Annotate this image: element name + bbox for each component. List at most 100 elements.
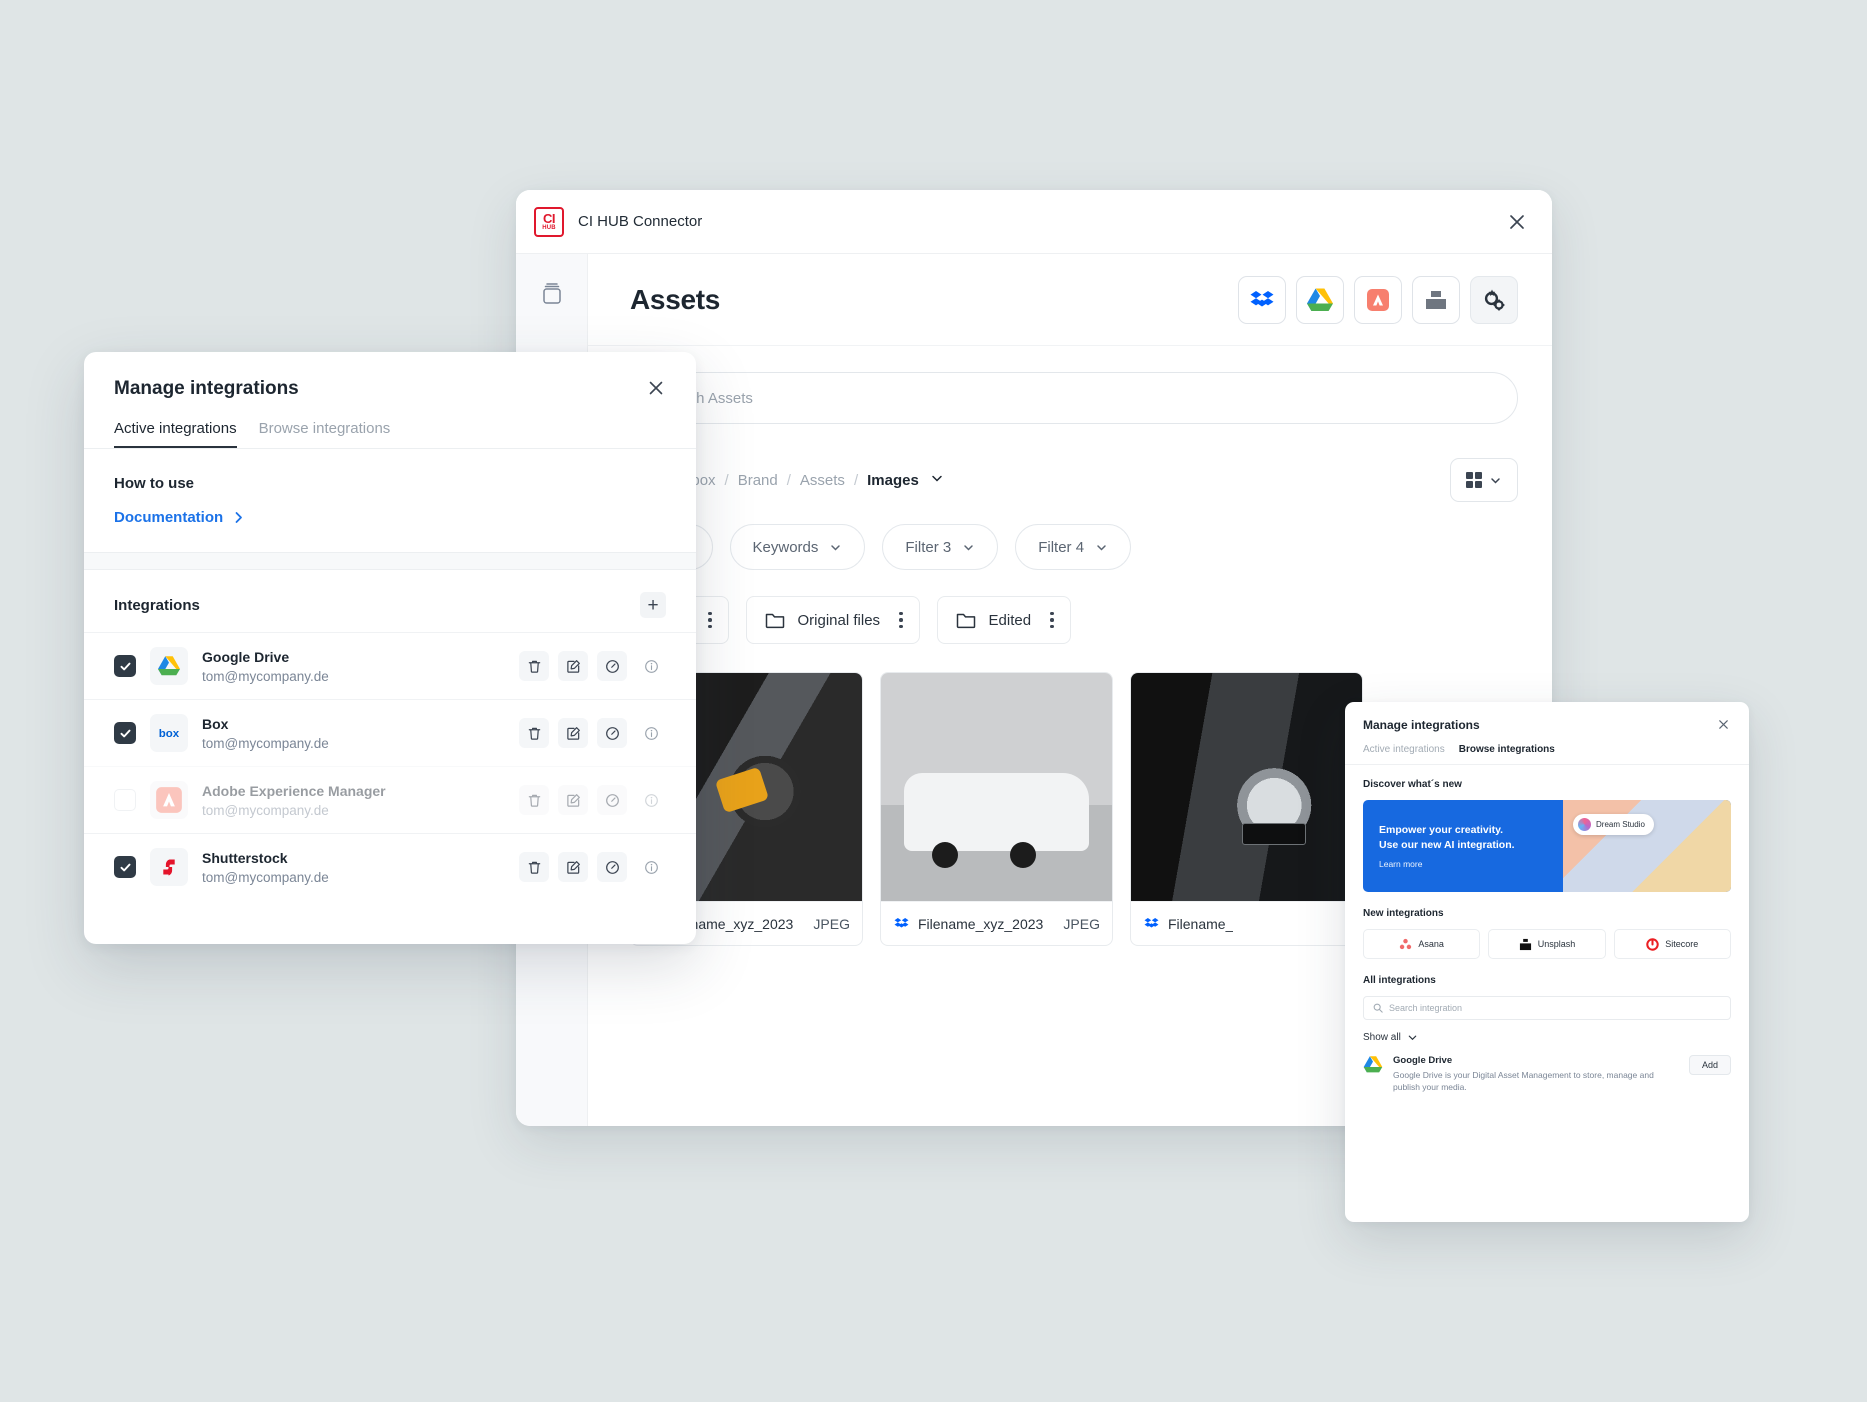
- google-drive-icon: [150, 647, 188, 685]
- panel-title: Manage integrations: [1363, 718, 1480, 732]
- learn-more-link[interactable]: Learn more: [1379, 859, 1515, 869]
- documentation-link[interactable]: Documentation: [114, 509, 666, 526]
- integration-checkbox[interactable]: [114, 722, 136, 744]
- gauge-icon[interactable]: [597, 651, 627, 681]
- chevron-down-icon[interactable]: [930, 471, 944, 489]
- google-drive-icon[interactable]: [1296, 275, 1344, 324]
- integration-row-shutterstock[interactable]: Shutterstock tom@mycompany.de: [84, 833, 696, 900]
- breadcrumb-item-2[interactable]: Brand: [738, 472, 778, 489]
- integrations-label: Integrations: [114, 596, 200, 614]
- new-integrations-row: Asana Unsplash Sitecore: [1345, 919, 1749, 959]
- tab-browse-integrations[interactable]: Browse integrations: [259, 420, 391, 448]
- asset-card[interactable]: Filename_xyz_2023 JPEG: [880, 672, 1113, 946]
- folder-edited[interactable]: Edited: [936, 596, 1071, 644]
- unsplash-icon[interactable]: [1412, 275, 1460, 324]
- dropbox-icon[interactable]: [1238, 275, 1286, 324]
- gauge-icon[interactable]: [597, 852, 627, 882]
- view-mode-toggle[interactable]: [1450, 458, 1518, 502]
- gauge-icon[interactable]: [597, 785, 627, 815]
- edit-icon[interactable]: [558, 651, 588, 681]
- trash-icon[interactable]: [519, 651, 549, 681]
- info-icon[interactable]: [636, 718, 666, 748]
- trash-icon[interactable]: [519, 718, 549, 748]
- panel-title-row: Manage integrations: [1363, 718, 1731, 732]
- new-integration-unsplash[interactable]: Unsplash: [1488, 929, 1606, 959]
- info-icon[interactable]: [636, 852, 666, 882]
- info-icon[interactable]: [636, 651, 666, 681]
- assets-panel-icon[interactable]: [537, 276, 567, 310]
- dialog-header: Manage integrations Active integrations …: [84, 352, 696, 448]
- search-integration-input[interactable]: Search integration: [1363, 996, 1731, 1020]
- filter-row: /p Keywords Filter 3 Filter 4: [588, 502, 1552, 570]
- documentation-label: Documentation: [114, 509, 224, 526]
- show-all-dropdown[interactable]: Show all: [1345, 1020, 1749, 1043]
- how-to-use-section: How to use Documentation: [84, 449, 696, 526]
- grid-view-icon: [1466, 472, 1482, 488]
- new-integration-label: Unsplash: [1537, 939, 1576, 949]
- add-integration-button[interactable]: +: [640, 592, 666, 618]
- dialog-title: Manage integrations: [114, 378, 299, 399]
- close-icon[interactable]: [1717, 718, 1731, 732]
- tab-active-integrations[interactable]: Active integrations: [114, 420, 237, 448]
- filter-4[interactable]: Filter 4: [1015, 524, 1132, 570]
- logo-bottom-text: HUB: [542, 225, 556, 231]
- integration-email: tom@mycompany.de: [202, 735, 329, 751]
- integration-name: Google Drive: [202, 648, 290, 665]
- integration-row-box[interactable]: box Box tom@mycompany.de: [84, 699, 696, 766]
- breadcrumb-separator: /: [853, 471, 859, 489]
- all-integration-row-google-drive[interactable]: Google Drive Google Drive is your Digita…: [1345, 1043, 1749, 1094]
- panel-header: Manage integrations Active integrations …: [1345, 702, 1749, 764]
- filter-3[interactable]: Filter 3: [882, 524, 999, 570]
- ci-hub-logo: CI HUB: [534, 206, 564, 237]
- folder-row: rchive Original files: [588, 570, 1552, 644]
- more-options-icon[interactable]: [1050, 611, 1054, 629]
- close-icon[interactable]: [646, 378, 668, 400]
- add-integration-button[interactable]: Add: [1688, 1055, 1731, 1075]
- integration-name: Adobe Experience Manager: [202, 782, 386, 799]
- edit-icon[interactable]: [558, 785, 588, 815]
- search-input[interactable]: Search Assets: [630, 372, 1518, 424]
- new-integration-asana[interactable]: Asana: [1363, 929, 1481, 959]
- tab-browse-integrations[interactable]: Browse integrations: [1459, 744, 1555, 755]
- logo-top-text: CI: [543, 211, 556, 226]
- asset-meta: Filename_xyz_2023 JPEG: [881, 901, 1112, 945]
- folder-label: Edited: [988, 611, 1032, 629]
- chevron-right-icon: [231, 510, 246, 525]
- integration-checkbox[interactable]: [114, 856, 136, 878]
- integration-name: Box: [202, 715, 229, 732]
- dropbox-icon: [1143, 915, 1160, 932]
- adobe-icon: [150, 781, 188, 819]
- integration-checkbox[interactable]: [114, 789, 136, 811]
- edit-icon[interactable]: [558, 852, 588, 882]
- asset-card[interactable]: Filename_: [1130, 672, 1363, 946]
- all-integration-name: Google Drive: [1393, 1055, 1453, 1066]
- connector-buttons: [1238, 275, 1518, 324]
- edit-icon[interactable]: [558, 718, 588, 748]
- filter-label: Filter 4: [1038, 538, 1085, 556]
- integration-row-google-drive[interactable]: Google Drive tom@mycompany.de: [84, 632, 696, 699]
- page-title: Assets: [630, 283, 721, 315]
- chevron-down-icon: [1407, 1032, 1418, 1043]
- asset-thumbnail: [881, 673, 1112, 901]
- new-integration-sitecore[interactable]: Sitecore: [1613, 929, 1731, 959]
- info-icon[interactable]: [636, 785, 666, 815]
- gauge-icon[interactable]: [597, 718, 627, 748]
- close-icon[interactable]: [1504, 209, 1530, 235]
- integration-info: Adobe Experience Manager tom@mycompany.d…: [202, 783, 386, 818]
- breadcrumb-item-4[interactable]: Images: [867, 472, 919, 489]
- tab-active-integrations[interactable]: Active integrations: [1363, 744, 1445, 755]
- integration-checkbox[interactable]: [114, 655, 136, 677]
- more-options-icon[interactable]: [899, 611, 903, 629]
- adobe-icon[interactable]: [1354, 275, 1402, 324]
- trash-icon[interactable]: [519, 852, 549, 882]
- folder-original-files[interactable]: Original files: [745, 596, 920, 644]
- integration-row-adobe-experience-manager[interactable]: Adobe Experience Manager tom@mycompany.d…: [84, 766, 696, 833]
- assets-header: Assets: [588, 254, 1552, 346]
- promo-banner[interactable]: Empower your creativity. Use our new AI …: [1363, 800, 1731, 892]
- filter-label: Keywords: [752, 538, 819, 556]
- filter-keywords[interactable]: Keywords: [729, 524, 866, 570]
- settings-gears-icon[interactable]: [1470, 275, 1518, 324]
- trash-icon[interactable]: [519, 785, 549, 815]
- breadcrumb-item-3[interactable]: Assets: [800, 472, 845, 489]
- more-options-icon[interactable]: [708, 611, 712, 629]
